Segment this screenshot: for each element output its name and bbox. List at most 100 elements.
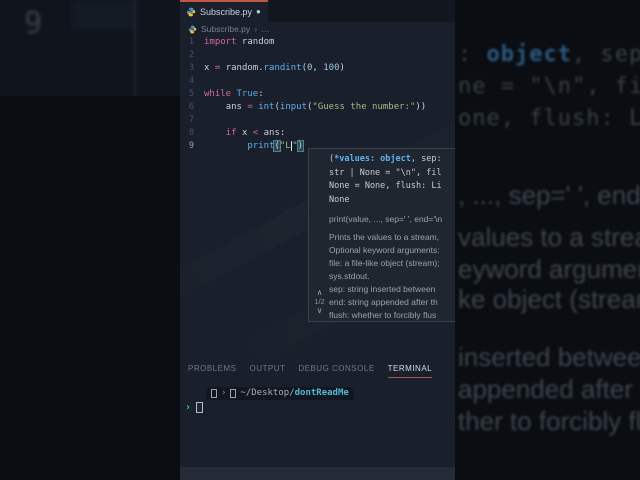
doc-line: Optional keyword arguments: bbox=[329, 245, 440, 255]
code-token: while bbox=[204, 89, 232, 99]
pager-count: 1/2 bbox=[314, 297, 325, 306]
code-token: "L bbox=[279, 141, 291, 151]
terminal-prompt-line: › ~/Desktop/dontReadMe bbox=[206, 387, 354, 400]
vscode-window: Subscribe.py ● Subscribe.py › … 1 import … bbox=[180, 0, 455, 480]
line-number: 7 bbox=[188, 115, 194, 125]
blurred-text: , sep: bbox=[571, 42, 640, 67]
signature-help-tooltip: ∧ 1/2 ∨ (*values: object, sep: str | Non… bbox=[308, 148, 455, 322]
breadcrumb[interactable]: Subscribe.py › … bbox=[180, 22, 455, 36]
tab-terminal[interactable]: TERMINAL bbox=[387, 364, 433, 378]
code-token: )) bbox=[415, 102, 427, 112]
terminal-cursor bbox=[196, 402, 204, 413]
active-parameter: *values: object bbox=[334, 154, 411, 164]
line-number: 6 bbox=[188, 102, 194, 112]
line-number: 5 bbox=[188, 89, 194, 99]
editor-tab-bar: Subscribe.py ● bbox=[180, 0, 455, 22]
blurred-text-line: ke object (stream); bbox=[458, 284, 640, 314]
pager-down-icon[interactable]: ∨ bbox=[312, 306, 327, 315]
line-number-active: 9 bbox=[188, 141, 194, 151]
doc-line: flush: whether to forcibly flus bbox=[329, 310, 437, 320]
blurred-text-line: , ..., sep=' ', end='\n bbox=[458, 180, 640, 210]
terminal-path: ~/Desktop/dontReadMe bbox=[240, 387, 348, 400]
path-prefix: ~/Desktop/ bbox=[240, 388, 295, 398]
line-number: 1 bbox=[188, 37, 194, 47]
doc-code-line: print(value, ..., sep=' ', end='\n bbox=[329, 214, 443, 224]
python-icon bbox=[188, 25, 197, 33]
code-token: ) bbox=[296, 140, 305, 152]
code-token: x bbox=[204, 63, 215, 73]
sig-rest: , sep: bbox=[410, 154, 442, 164]
line-number: 8 bbox=[188, 128, 194, 138]
blurred-text: : bbox=[458, 42, 487, 67]
prompt-chevron-icon: › bbox=[221, 388, 227, 398]
blurred-text-line: ne = "\n", fil bbox=[458, 74, 640, 99]
code-line-content: while True: bbox=[204, 88, 264, 101]
blurred-background-left: 9 bbox=[0, 0, 180, 480]
signature-line: None bbox=[329, 194, 350, 205]
code-line-content: if x < ans: bbox=[204, 127, 286, 140]
code-line[interactable]: 3 x = random.randint(0, 100) bbox=[180, 62, 455, 75]
blurred-divider-line bbox=[134, 0, 136, 95]
terminal-pane[interactable]: › ~/Desktop/dontReadMe › bbox=[180, 384, 455, 467]
tab-debug-console[interactable]: DEBUG CONSOLE bbox=[298, 364, 374, 378]
blurred-text-line: values to a stream, bbox=[458, 222, 640, 252]
line-number: 3 bbox=[188, 63, 194, 73]
missing-glyph-box bbox=[230, 389, 237, 398]
code-token: ans bbox=[258, 128, 280, 138]
code-line[interactable]: 6 ans = int(input("Guess the number:")) bbox=[180, 101, 455, 114]
code-token: "Guess the number:" bbox=[312, 102, 416, 112]
blurred-text-line: appended after th bbox=[458, 374, 633, 404]
blurred-text-line: inserted between bbox=[458, 342, 640, 372]
code-line-content: import random bbox=[204, 36, 274, 49]
code-token: " bbox=[292, 141, 298, 151]
tab-problems[interactable]: PROBLEMS bbox=[188, 364, 236, 378]
signature-line: (*values: object, sep: bbox=[329, 153, 455, 167]
code-line[interactable]: 2 bbox=[180, 49, 455, 62]
terminal-input-line[interactable]: › bbox=[185, 401, 204, 414]
signature-pager: ∧ 1/2 ∨ bbox=[312, 288, 327, 315]
blurred-text-line: : object, sep: bbox=[458, 42, 640, 67]
blurred-text-object: object bbox=[486, 42, 572, 67]
code-token: random bbox=[236, 37, 275, 47]
code-token: : bbox=[279, 128, 286, 138]
line-number: 2 bbox=[188, 50, 194, 60]
blurred-tab-shape bbox=[72, 0, 138, 30]
signature-line: str | None = "\n", fil bbox=[329, 167, 442, 178]
code-token: random bbox=[225, 63, 259, 73]
doc-line: Prints the values to a stream, bbox=[329, 232, 440, 242]
code-token: x bbox=[236, 128, 253, 138]
code-line[interactable]: 1 import random bbox=[180, 36, 455, 49]
pager-up-icon[interactable]: ∧ bbox=[312, 288, 327, 297]
blurred-background-right: : object, sep: ne = "\n", fil one, flush… bbox=[455, 0, 640, 480]
tab-label: Subscribe.py bbox=[200, 7, 253, 17]
code-token: randint bbox=[263, 63, 302, 73]
doc-line: sys.stdout. bbox=[329, 271, 370, 281]
tooltip-body: (*values: object, sep: str | None = "\n"… bbox=[329, 153, 455, 322]
tab-output[interactable]: OUTPUT bbox=[249, 364, 285, 378]
code-line-content: ans = int(input("Guess the number:")) bbox=[204, 101, 427, 114]
code-line[interactable]: 8 if x < ans: bbox=[180, 127, 455, 140]
code-line[interactable]: 7 bbox=[180, 114, 455, 127]
code-token: True bbox=[236, 89, 259, 99]
code-token: ans bbox=[225, 102, 248, 112]
code-line[interactable]: 4 bbox=[180, 75, 455, 88]
code-token: ) bbox=[339, 63, 345, 73]
tab-subscribe-py[interactable]: Subscribe.py ● bbox=[180, 0, 268, 22]
path-directory: dontReadMe bbox=[294, 388, 349, 398]
doc-line: file: a file-like object (stream); bbox=[329, 258, 440, 268]
blurred-line-number: 9 bbox=[24, 6, 43, 41]
modified-indicator-dot[interactable]: ● bbox=[256, 8, 261, 16]
video-frame: 9 : object, sep: ne = "\n", fil one, flu… bbox=[0, 0, 640, 480]
code-token: print bbox=[247, 141, 275, 151]
code-token: int bbox=[258, 102, 275, 112]
breadcrumb-more[interactable]: … bbox=[261, 24, 270, 34]
missing-glyph-box bbox=[211, 389, 217, 398]
code-token: import bbox=[204, 37, 237, 47]
code-line[interactable]: 5 while True: bbox=[180, 88, 455, 101]
code-token: input bbox=[279, 102, 307, 112]
breadcrumb-file[interactable]: Subscribe.py bbox=[201, 24, 250, 34]
code-token: = bbox=[214, 63, 226, 73]
